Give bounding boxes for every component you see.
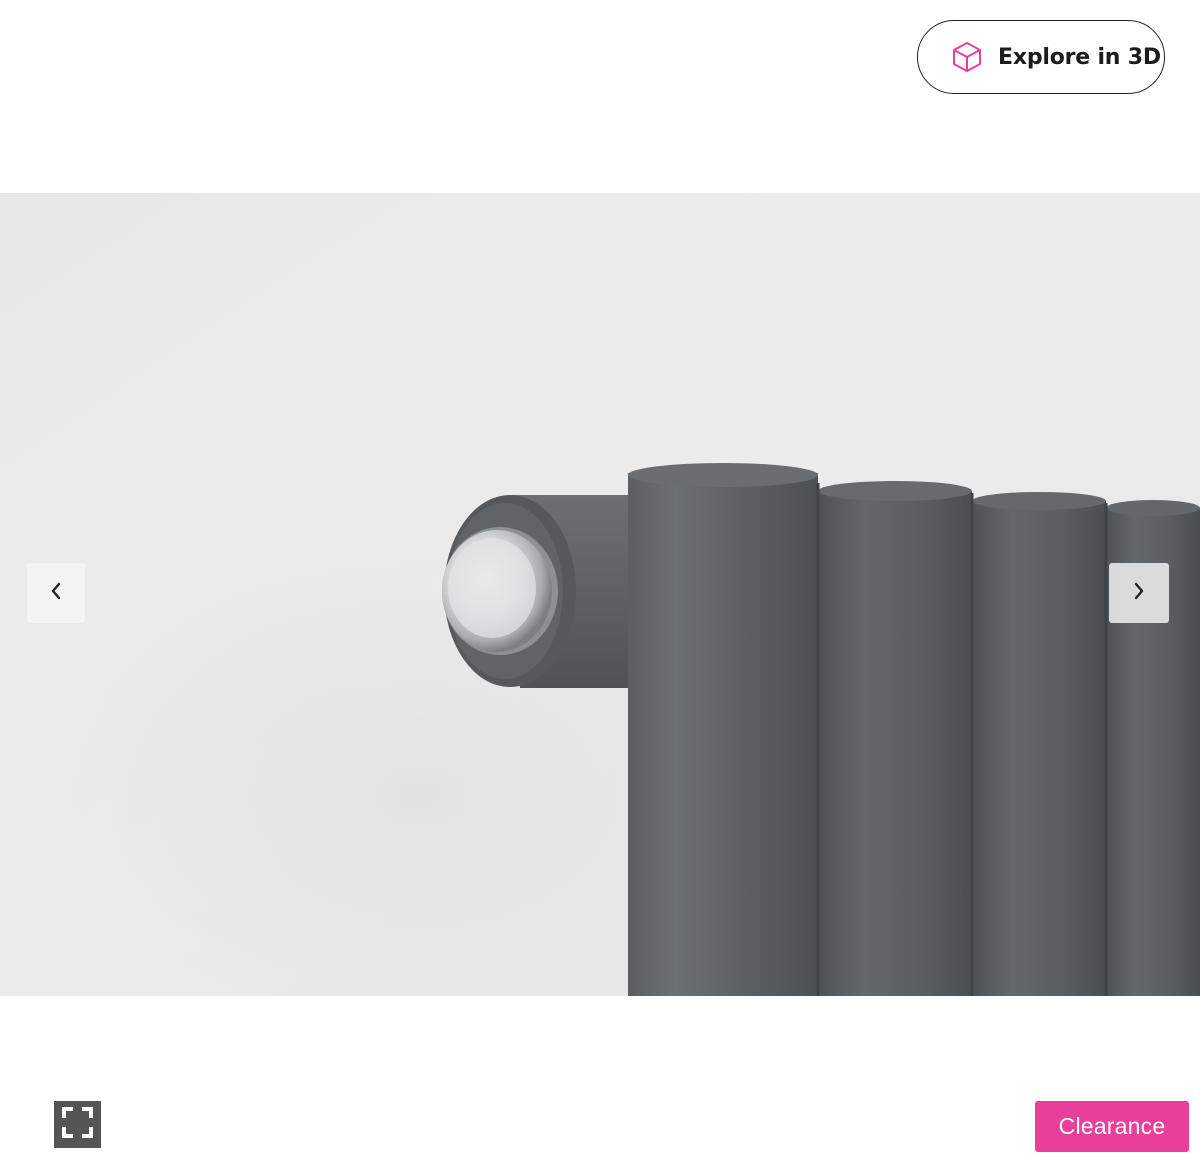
next-image-button[interactable] (1109, 563, 1169, 623)
cube-icon (950, 40, 984, 74)
fullscreen-icon (62, 1107, 93, 1142)
explore-3d-button[interactable]: Explore in 3D (917, 20, 1165, 94)
clearance-badge: Clearance (1035, 1101, 1189, 1152)
previous-image-button[interactable] (27, 563, 85, 623)
explore-3d-label: Explore in 3D (998, 44, 1161, 70)
product-image[interactable] (0, 193, 1200, 996)
chevron-right-icon (1132, 581, 1146, 605)
fullscreen-button[interactable] (54, 1101, 101, 1148)
chevron-left-icon (49, 581, 63, 605)
product-gallery: Explore in 3D Clearance (0, 0, 1200, 1159)
